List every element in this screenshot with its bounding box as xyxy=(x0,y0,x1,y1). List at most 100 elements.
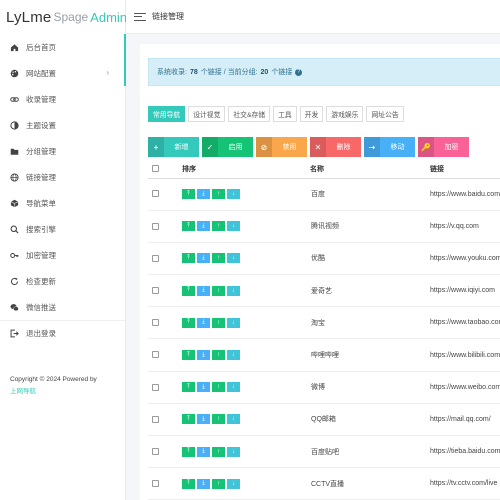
move-top-icon[interactable]: ⤒ xyxy=(182,285,195,296)
copyright-text: Copyright © 2024 Powered by xyxy=(10,376,97,383)
link-url[interactable]: https://www.taobao.com xyxy=(430,306,500,340)
action-button[interactable]: ⇢ 移动 xyxy=(364,137,415,157)
move-up-icon[interactable]: ↑ xyxy=(212,253,225,264)
move-up-icon[interactable]: ↑ xyxy=(212,382,225,393)
move-top-icon[interactable]: ⤒ xyxy=(182,478,195,489)
move-up-icon[interactable]: ↑ xyxy=(212,317,225,328)
header-url[interactable]: 链接 xyxy=(430,160,500,179)
move-bottom-icon[interactable]: ⤓ xyxy=(197,317,210,328)
move-down-icon[interactable]: ↓ xyxy=(227,414,240,425)
group-tab[interactable]: 开发 xyxy=(299,106,324,122)
move-down-icon[interactable]: ↓ xyxy=(227,478,240,489)
move-bottom-icon[interactable]: ⤓ xyxy=(197,221,210,232)
move-up-icon[interactable]: ↑ xyxy=(212,189,225,200)
move-icon: ⇢ xyxy=(364,137,380,157)
move-top-icon[interactable]: ⤒ xyxy=(182,350,195,361)
row-checkbox[interactable] xyxy=(152,480,159,488)
row-checkbox[interactable] xyxy=(152,383,159,391)
move-down-icon[interactable]: ↓ xyxy=(227,285,240,296)
group-tab[interactable]: 社交&存储 xyxy=(228,106,271,122)
group-tab[interactable]: 设计视觉 xyxy=(188,106,226,122)
sidebar-item[interactable]: 主题设置 xyxy=(0,112,125,138)
move-down-icon[interactable]: ↓ xyxy=(227,221,240,232)
sidebar-item[interactable]: 退出登录 xyxy=(0,320,125,346)
move-bottom-icon[interactable]: ⤓ xyxy=(197,446,210,457)
move-top-icon[interactable]: ⤒ xyxy=(182,414,195,425)
footer-link[interactable]: 上网导航 xyxy=(10,386,97,398)
link-url[interactable]: https://www.baidu.com xyxy=(430,178,500,211)
select-all-checkbox[interactable] xyxy=(152,165,159,173)
action-button[interactable]: ✓ 启用 xyxy=(202,137,253,157)
question-icon[interactable]: ? xyxy=(295,68,303,76)
logo[interactable]: LyLme Spage Admin xyxy=(0,0,127,34)
row-checkbox[interactable] xyxy=(152,415,159,423)
move-down-icon[interactable]: ↓ xyxy=(227,446,240,457)
group-tab[interactable]: 工具 xyxy=(273,106,297,122)
sidebar-item[interactable]: 链接管理 xyxy=(0,164,125,190)
group-tab[interactable]: 常用导航 xyxy=(148,106,186,122)
move-bottom-icon[interactable]: ⤓ xyxy=(197,285,210,296)
move-up-icon[interactable]: ↑ xyxy=(212,446,225,457)
move-down-icon[interactable]: ↓ xyxy=(227,189,240,200)
move-up-icon[interactable]: ↑ xyxy=(212,350,225,361)
move-up-icon[interactable]: ↑ xyxy=(212,221,225,232)
link-url[interactable]: https://www.youku.com xyxy=(430,242,500,276)
row-checkbox[interactable] xyxy=(152,351,159,359)
move-up-icon[interactable]: ↑ xyxy=(212,414,225,425)
move-down-icon[interactable]: ↓ xyxy=(227,350,240,361)
move-down-icon[interactable]: ↓ xyxy=(227,317,240,328)
move-down-icon[interactable]: ↓ xyxy=(227,382,240,393)
group-tab[interactable]: 网址公告 xyxy=(366,106,404,122)
action-button[interactable]: + 新增 xyxy=(148,137,199,157)
move-top-icon[interactable]: ⤒ xyxy=(182,382,195,393)
sidebar-item[interactable]: 后台首页 xyxy=(0,34,126,60)
link-url[interactable]: https://mail.qq.com/ xyxy=(430,403,500,437)
group-tab[interactable]: 游戏娱乐 xyxy=(326,106,364,122)
link-url[interactable]: https://www.bilibili.com xyxy=(430,338,500,372)
row-checkbox[interactable] xyxy=(152,254,159,262)
header-sort[interactable]: 排序 xyxy=(182,160,310,179)
move-bottom-icon[interactable]: ⤓ xyxy=(197,478,210,489)
action-button[interactable]: ✕ 删除 xyxy=(310,137,361,157)
row-checkbox[interactable] xyxy=(152,190,159,198)
link-name: 爱奇艺 xyxy=(310,274,430,308)
move-bottom-icon[interactable]: ⤓ xyxy=(197,382,210,393)
link-url[interactable]: https://www.iqiyi.com xyxy=(430,274,500,308)
link-url[interactable]: https://tv.cctv.com/live xyxy=(430,467,500,500)
menu-toggle-icon[interactable] xyxy=(134,12,146,22)
move-bottom-icon[interactable]: ⤓ xyxy=(197,253,210,264)
sidebar-item[interactable]: 微信推送 xyxy=(0,294,125,320)
table-header-row: 排序 名称 链接 xyxy=(148,160,500,179)
sidebar-item[interactable]: 加密管理 xyxy=(0,242,125,268)
sidebar-item[interactable]: 搜索引擎 xyxy=(0,216,125,242)
sidebar-item[interactable]: 导航菜单 xyxy=(0,190,125,216)
sidebar-item[interactable]: 检查更新 xyxy=(0,268,125,294)
alert-suffix: 个链接 xyxy=(271,69,293,76)
move-top-icon[interactable]: ⤒ xyxy=(182,253,195,264)
link-name: 腾讯视频 xyxy=(310,210,430,243)
move-bottom-icon[interactable]: ⤓ xyxy=(197,189,210,200)
header-name[interactable]: 名称 xyxy=(310,160,430,179)
move-top-icon[interactable]: ⤒ xyxy=(182,189,195,200)
link-url[interactable]: https://tieba.baidu.com xyxy=(430,435,500,469)
sidebar-item[interactable]: 网站配置 › xyxy=(0,60,126,86)
link-url[interactable]: https://www.weibo.com xyxy=(430,371,500,404)
move-top-icon[interactable]: ⤒ xyxy=(182,221,195,232)
row-checkbox[interactable] xyxy=(152,222,159,230)
move-bottom-icon[interactable]: ⤓ xyxy=(197,350,210,361)
action-button[interactable]: ⊘ 禁用 xyxy=(256,137,307,157)
move-top-icon[interactable]: ⤒ xyxy=(182,446,195,457)
move-up-icon[interactable]: ↑ xyxy=(212,285,225,296)
row-checkbox[interactable] xyxy=(152,447,159,455)
link-url[interactable]: https://v.qq.com xyxy=(430,210,500,243)
row-checkbox[interactable] xyxy=(152,286,159,294)
move-top-icon[interactable]: ⤒ xyxy=(182,317,195,328)
sidebar-item[interactable]: 收录管理 xyxy=(0,86,125,112)
move-bottom-icon[interactable]: ⤓ xyxy=(197,414,210,425)
sidebar-item[interactable]: 分组管理 xyxy=(0,138,125,164)
sidebar-item-label: 加密管理 xyxy=(26,250,56,260)
move-up-icon[interactable]: ↑ xyxy=(212,478,225,489)
row-checkbox[interactable] xyxy=(152,319,159,327)
move-down-icon[interactable]: ↓ xyxy=(227,253,240,264)
action-button[interactable]: 🔑 加密 xyxy=(418,137,469,157)
